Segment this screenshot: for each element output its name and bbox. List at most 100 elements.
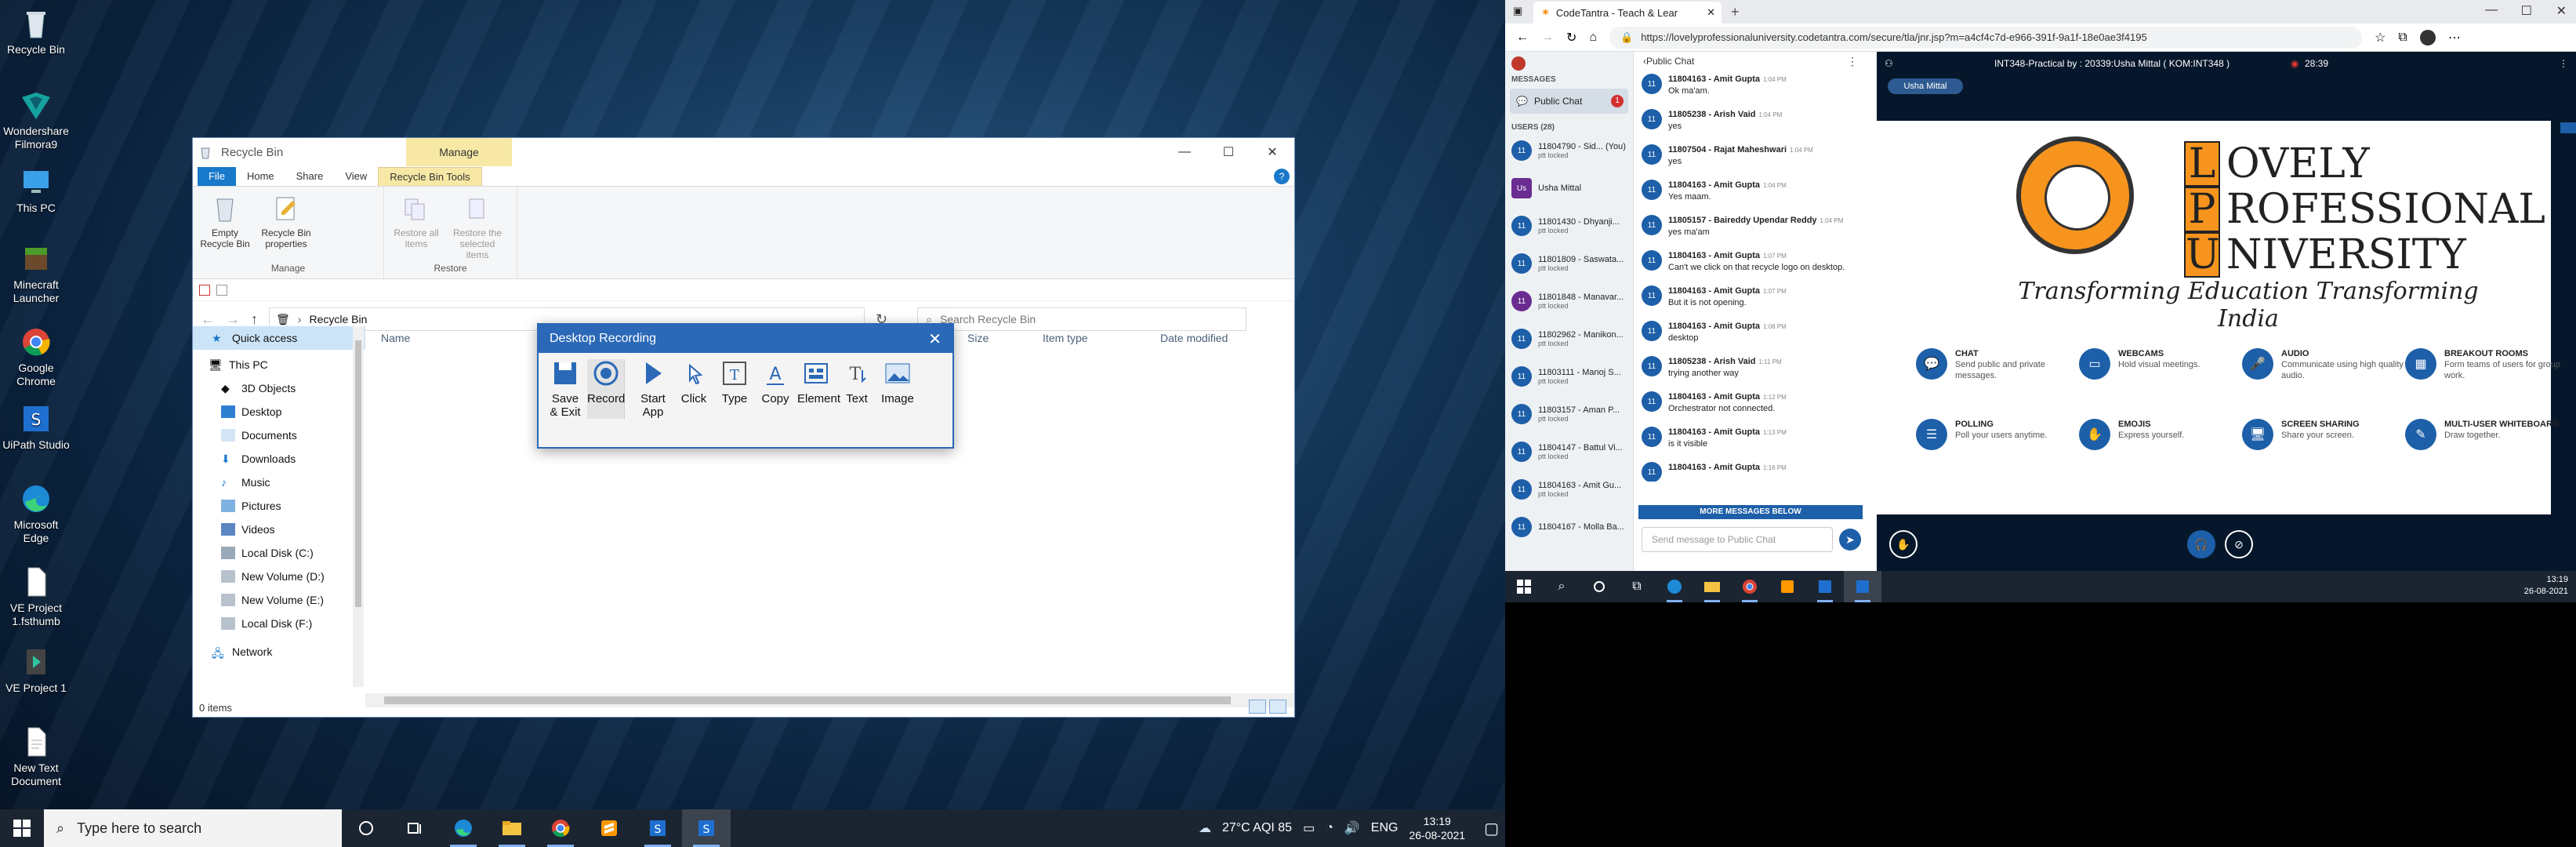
desktop-icon-ve-project[interactable]: VE Project 1 [0,645,72,695]
task-view-icon[interactable] [390,809,439,847]
back-arrow-icon[interactable]: ← [1516,31,1529,45]
desktop-icon-this-pc[interactable]: This PC [0,165,72,215]
tab-view[interactable]: View [334,167,378,186]
tab-actions-icon[interactable]: ▣ [1513,5,1522,17]
file-explorer-taskbar-icon[interactable] [488,809,536,847]
minimize-button[interactable]: — [2485,3,2498,17]
raise-hand-icon[interactable]: ✋ [1889,530,1917,558]
audio-headset-icon[interactable]: 🎧 [2187,530,2215,558]
user-list-item[interactable]: 11 11804790 - Sid... (You) ptt locked [1505,132,1633,169]
chat-options-icon[interactable]: ⋮ [1847,55,1858,68]
menu-dots-icon[interactable]: ⋯ [2448,30,2461,45]
user-list-item[interactable]: 11 11803157 - Aman P... ptt locked [1505,395,1633,433]
new-tab-icon[interactable]: + [1731,4,1740,20]
user-list-item[interactable]: 11 11804163 - Amit Gu... ptt locked [1505,471,1633,508]
close-button[interactable]: ✕ [2556,3,2567,19]
record-button[interactable]: Record [587,359,625,419]
nav-3d-objects[interactable]: ◆ 3D Objects [193,376,365,400]
nav-local-disk-c[interactable]: Local Disk (C:) [193,541,365,565]
desktop-icon-recycle-bin[interactable]: Recycle Bin [0,6,72,56]
user-list-item[interactable]: 11 11801430 - Dhyanji... ptt locked [1505,207,1633,245]
profile-avatar[interactable] [2419,29,2436,45]
uipath-recorder-taskbar-icon[interactable]: S [682,809,731,847]
home-icon[interactable]: ⌂ [1589,31,1597,45]
desktop-icon-chrome[interactable]: Google Chrome [0,325,72,388]
taskbar-clock[interactable]: 13:19 26-08-2021 [1409,814,1465,842]
nav-new-volume-d[interactable]: New Volume (D:) [193,565,365,588]
save-exit-button[interactable]: Save & Exit [546,359,584,419]
send-icon[interactable]: ➤ [1839,529,1861,551]
image-button[interactable]: Image [879,359,916,419]
desktop-icon-edge[interactable]: Microsoft Edge [0,482,72,545]
notifications-icon[interactable]: ▢ [1484,819,1499,838]
chrome-taskbar-icon[interactable] [1731,571,1769,602]
weather-text[interactable]: 27°C AQI 85 [1222,821,1292,835]
nav-new-volume-e[interactable]: New Volume (E:) [193,588,365,612]
back-arrow-icon[interactable]: ← [201,311,215,328]
tab-home[interactable]: Home [236,167,285,186]
nav-videos[interactable]: Videos [193,518,365,541]
task-view-icon[interactable]: ⧉ [1618,571,1656,602]
language-indicator[interactable]: ENG [1371,821,1399,835]
weather-cloud-icon[interactable]: ☁ [1199,820,1211,836]
user-list-item[interactable]: 11 11804167 - Molla Ba... [1505,508,1633,546]
nav-desktop[interactable]: Desktop [193,400,365,424]
nav-network[interactable]: 🖧 Network [193,640,365,663]
more-options-icon[interactable]: ⋮ [2559,58,2568,69]
start-app-button[interactable]: Start App [634,359,672,419]
slide-toggle-icon[interactable] [2560,122,2576,133]
battery-icon[interactable]: ▭ [1303,820,1315,836]
taskbar-search-input[interactable]: ⌕ Type here to search [44,809,342,847]
column-item-type[interactable]: Item type [1043,332,1160,344]
collections-icon[interactable]: ⧉ [2398,31,2407,45]
nav-scrollbar[interactable] [353,326,364,687]
close-icon[interactable]: ✕ [928,329,942,349]
start-button[interactable] [0,820,44,837]
uipath-recorder-taskbar-icon[interactable] [1844,571,1881,602]
tab-file[interactable]: File [198,167,236,186]
type-button[interactable]: T Type [716,359,753,419]
nav-documents[interactable]: Documents [193,424,365,447]
nav-pictures[interactable]: Pictures [193,494,365,518]
uipath-taskbar-icon[interactable]: S [633,809,682,847]
column-date-modified[interactable]: Date modified [1160,332,1228,344]
user-list-item[interactable]: Us Usha Mittal [1505,169,1633,207]
nav-quick-access[interactable]: ★ Quick access [193,326,365,350]
forward-arrow-icon[interactable]: → [1541,31,1554,45]
tab-share[interactable]: Share [285,167,335,186]
file-explorer-taskbar-icon[interactable] [1693,571,1731,602]
public-chat-item[interactable]: 💬 Public Chat 1 [1510,89,1628,114]
close-button[interactable]: ✕ [1250,138,1294,166]
cortana-icon[interactable] [342,809,390,847]
desktop-icon-uipath[interactable]: S UiPath Studio [0,402,72,452]
copy-button[interactable]: A Copy [756,359,794,419]
maximize-button[interactable]: ☐ [1206,138,1250,166]
checkbox-icon[interactable] [199,284,210,296]
forward-arrow-icon[interactable]: → [226,311,240,328]
desktop-icon-minecraft[interactable]: Minecraft Launcher [0,242,72,305]
tab-recycle-bin-tools[interactable]: Recycle Bin Tools [378,167,482,186]
desktop-icon-new-text-document[interactable]: New Text Document [0,725,72,788]
cortana-icon[interactable] [1580,571,1618,602]
search-icon[interactable]: ⌕ [1543,571,1580,602]
column-size[interactable]: Size [967,332,1043,344]
nav-scrollbar-thumb[interactable] [355,340,361,607]
desktop-icon-ve-project-thumb[interactable]: VE Project 1.fsthumb [0,565,72,628]
browser-tab[interactable]: ✷ CodeTantra - Teach & Lear ✕ [1533,2,1722,24]
chrome-taskbar-icon[interactable] [536,809,585,847]
network-icon[interactable]: ◔ [1326,821,1333,835]
user-list-item[interactable]: 11 11802962 - Manikon... ptt locked [1505,320,1633,358]
edge-taskbar-icon[interactable] [1656,571,1693,602]
horizontal-scrollbar[interactable] [365,693,1294,707]
edge-taskbar-icon[interactable] [439,809,488,847]
large-icons-view-icon[interactable] [1269,700,1286,714]
element-button[interactable]: Element [797,359,840,419]
chat-input[interactable]: Send message to Public Chat [1642,527,1833,552]
url-bar[interactable]: 🔒 https://lovelyprofessionaluniversity.c… [1609,26,2363,49]
manage-context-tab[interactable]: Manage [406,138,512,166]
text-button[interactable]: T Text [838,359,876,419]
nav-downloads[interactable]: ⬇ Downloads [193,447,365,471]
horizontal-scrollbar-thumb[interactable] [384,696,1231,704]
uipath-taskbar-icon[interactable] [1806,571,1844,602]
page-icon[interactable] [216,284,227,296]
